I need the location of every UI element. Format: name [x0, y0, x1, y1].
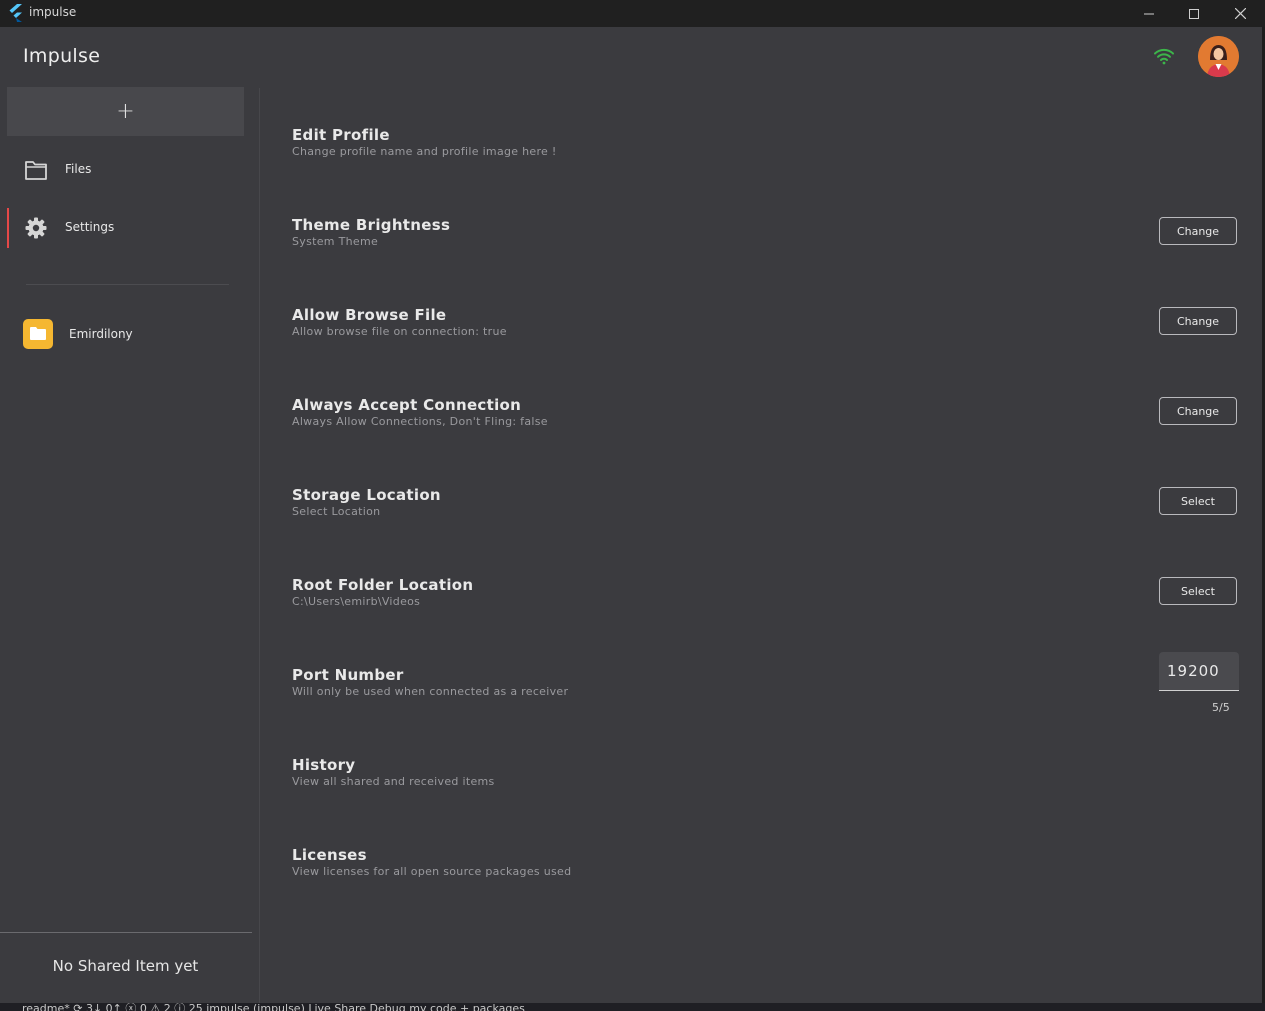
- add-button[interactable]: +: [7, 87, 244, 136]
- port-number-input[interactable]: 19200: [1159, 652, 1239, 691]
- setting-subtitle: C:\Users\emirb\Videos: [292, 595, 421, 608]
- avatar[interactable]: [1198, 36, 1239, 77]
- setting-theme-brightness: Theme Brightness System Theme Change: [292, 216, 1240, 276]
- status-bar-text: readme* ⟳ 3↓ 0↑ ⓧ 0 ⚠ 2 ⓘ 25 impulse (im…: [22, 1003, 525, 1011]
- active-indicator: [7, 208, 9, 248]
- folder-icon: [30, 327, 46, 340]
- minimize-icon: [1144, 13, 1154, 14]
- setting-subtitle: Change profile name and profile image he…: [292, 145, 557, 158]
- app-title: Impulse: [23, 45, 101, 67]
- setting-subtitle: View all shared and received items: [292, 775, 495, 788]
- theme-change-button[interactable]: Change: [1159, 217, 1237, 245]
- setting-always-accept-connection: Always Accept Connection Always Allow Co…: [292, 396, 1240, 456]
- close-button[interactable]: [1217, 0, 1263, 27]
- setting-allow-browse-file: Allow Browse File Allow browse file on c…: [292, 306, 1240, 366]
- setting-title: Root Folder Location: [292, 576, 474, 594]
- setting-title: Edit Profile: [292, 126, 390, 144]
- sidebar-item-label: Settings: [65, 220, 115, 234]
- setting-title: Always Accept Connection: [292, 396, 522, 414]
- port-character-counter: 5/5: [1212, 701, 1230, 714]
- profile-avatar-icon: [1198, 36, 1239, 77]
- setting-history[interactable]: History View all shared and received ite…: [292, 756, 1240, 816]
- setting-subtitle: Select Location: [292, 505, 381, 518]
- storage-select-button[interactable]: Select: [1159, 487, 1237, 515]
- setting-title: History: [292, 756, 356, 774]
- folder-outline-icon: [25, 161, 47, 180]
- browse-file-change-button[interactable]: Change: [1159, 307, 1237, 335]
- setting-root-folder-location: Root Folder Location C:\Users\emirb\Vide…: [292, 576, 1240, 636]
- setting-subtitle: Will only be used when connected as a re…: [292, 685, 569, 698]
- maximize-icon: [1189, 8, 1199, 19]
- flutter-logo-icon: [9, 4, 22, 22]
- setting-subtitle: Allow browse file on connection: true: [292, 325, 507, 338]
- plus-icon: +: [116, 99, 135, 124]
- sidebar-separator: [259, 88, 260, 1003]
- setting-subtitle: View licenses for all open source packag…: [292, 865, 572, 878]
- setting-title: Theme Brightness: [292, 216, 451, 234]
- port-number-value: 19200: [1167, 662, 1220, 680]
- folder-tile: [23, 319, 53, 349]
- shared-divider: [0, 932, 252, 933]
- setting-port-number: Port Number Will only be used when conne…: [292, 666, 1240, 726]
- wifi-icon[interactable]: [1153, 47, 1175, 65]
- setting-title: Port Number: [292, 666, 404, 684]
- close-icon: [1234, 8, 1246, 19]
- folder-name: Emirdilony: [69, 327, 133, 341]
- window-title-bar: impulse: [0, 0, 1265, 27]
- editor-status-bar: readme* ⟳ 3↓ 0↑ ⓧ 0 ⚠ 2 ⓘ 25 impulse (im…: [0, 1003, 1265, 1011]
- sidebar-item-label: Files: [65, 162, 92, 176]
- empty-shared-text: No Shared Item yet: [52, 957, 199, 975]
- sidebar-item-settings[interactable]: Settings: [7, 208, 251, 248]
- sidebar-item-files[interactable]: Files: [7, 150, 251, 190]
- setting-title: Storage Location: [292, 486, 441, 504]
- root-folder-select-button[interactable]: Select: [1159, 577, 1237, 605]
- setting-subtitle: System Theme: [292, 235, 379, 248]
- maximize-button[interactable]: [1171, 0, 1217, 27]
- setting-licenses[interactable]: Licenses View licenses for all open sour…: [292, 846, 1240, 906]
- setting-storage-location: Storage Location Select Location Select: [292, 486, 1240, 546]
- sidebar-divider: [26, 284, 229, 285]
- gear-icon: [25, 217, 47, 239]
- setting-subtitle: Always Allow Connections, Don't Fling: f…: [292, 415, 548, 428]
- accept-connection-change-button[interactable]: Change: [1159, 397, 1237, 425]
- window-title: impulse: [29, 5, 77, 19]
- minimize-button[interactable]: [1126, 0, 1172, 27]
- setting-title: Licenses: [292, 846, 367, 864]
- setting-title: Allow Browse File: [292, 306, 447, 324]
- sidebar-folder-emirdilony[interactable]: Emirdilony: [23, 318, 243, 350]
- setting-edit-profile[interactable]: Edit Profile Change profile name and pro…: [292, 126, 1240, 186]
